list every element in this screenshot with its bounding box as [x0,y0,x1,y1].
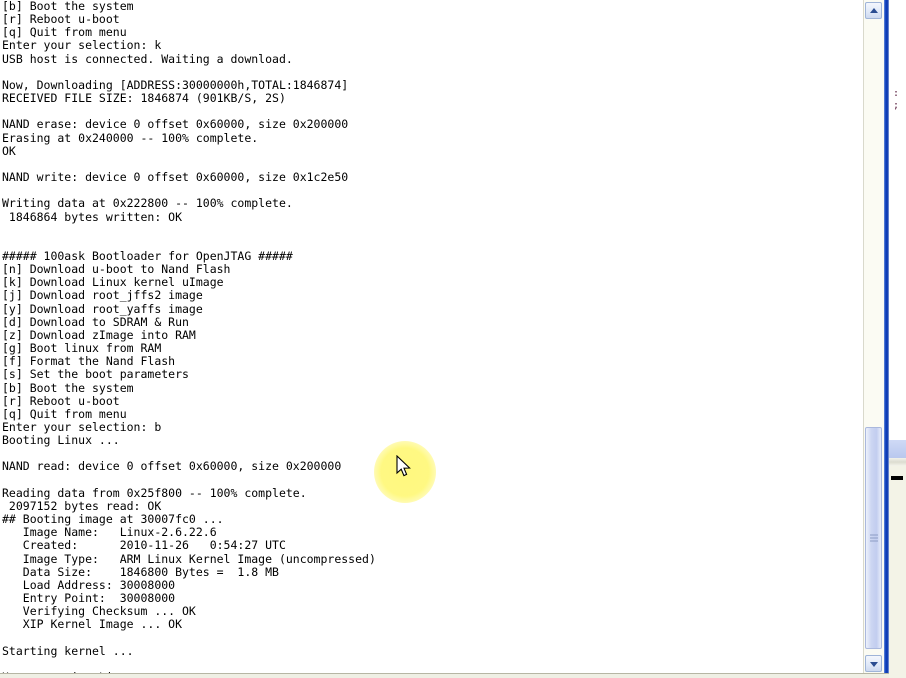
console-line: Starting kernel ... [2,643,134,658]
console-line: USB host is connected. Waiting a downloa… [2,51,293,66]
background-window-titlebar[interactable] [889,440,906,458]
console-line: NAND erase: device 0 offset 0x60000, siz… [2,117,349,132]
vertical-scrollbar[interactable] [863,0,884,676]
background-window-body [889,466,906,678]
console-line: NAND write: device 0 offset 0x60000, siz… [2,170,349,185]
console-line: Created: 2010-11-26 0:54:27 UTC [2,538,286,553]
scrollbar-thumb[interactable] [865,427,882,649]
console-line: [r] Reboot u-boot [2,393,120,408]
scroll-down-button[interactable] [865,655,882,672]
console-line: Booting Linux ... [2,433,120,448]
console-line: Enter your selection: k [2,38,162,53]
minimize-icon[interactable] [891,476,903,480]
console-line: [r] Reboot u-boot [2,12,120,27]
console-line: [b] Boot the system [2,380,134,395]
console-line: [j] Download root_jffs2 image [2,288,203,303]
console-line: NAND read: device 0 offset 0x60000, size… [2,459,342,474]
background-window-sliver[interactable]: : ; [889,0,906,678]
console-line: [y] Download root_yaffs image [2,301,203,316]
console-line: [s] Set the boot parameters [2,367,189,382]
chevron-down-icon [869,661,878,667]
console-line: Data Size: 1846800 Bytes = 1.8 MB [2,564,279,579]
serial-console-window[interactable]: [b] Boot the system [r] Reboot u-boot [q] … [0,0,864,674]
window-bottom-edge [0,673,889,678]
console-line: Enter your selection: b [2,420,162,434]
console-line: Image Type: ARM Linux Kernel Image (unco… [2,551,376,566]
grip-icon [869,534,878,542]
background-window-text: : ; [893,88,900,111]
console-line: [b] Boot the system [2,0,134,13]
console-line: 1846864 bytes written: OK [2,209,183,224]
console-line: [d] Download to SDRAM & Run [2,314,189,329]
console-line: Erasing at 0x240000 -- 100% complete. [2,130,259,145]
console-line: Writing data at 0x222800 -- 100% complet… [2,196,293,211]
background-window-toolbar[interactable] [889,458,906,466]
chevron-up-icon [869,7,878,13]
console-line: OK [2,143,16,158]
console-line: Reading data from 0x25f800 -- 100% compl… [2,485,307,500]
scroll-up-button[interactable] [865,2,882,19]
console-line: XIP Kernel Image ... OK [2,617,183,632]
console-output-text[interactable]: [b] Boot the system [r] Reboot u-boot [q] … [2,0,858,674]
screen: [b] Boot the system [r] Reboot u-boot [q] … [0,0,906,678]
console-line: RECEIVED FILE SIZE: 1846874 (901KB/S, 2S… [2,91,286,106]
